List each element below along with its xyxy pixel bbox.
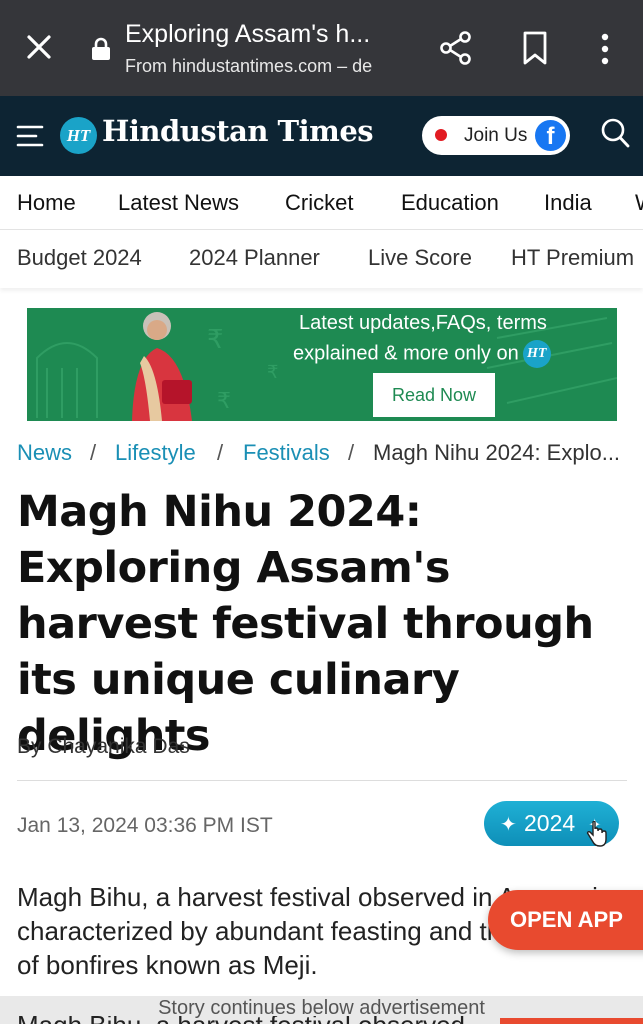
banner-line2: explained & more only on HT [293, 340, 551, 368]
banner-line1: Latest updates,FAQs, terms [299, 312, 547, 334]
page-title[interactable]: Exploring Assam's h... [125, 20, 405, 49]
nav-item-education[interactable]: Education [401, 190, 499, 216]
live-dot-icon [435, 129, 447, 141]
lock-icon [92, 37, 110, 60]
divider [17, 780, 627, 781]
article-headline: Magh Nihu 2024: Exploring Assam's harves… [17, 487, 594, 761]
secondary-nav: Budget 2024 2024 Planner Live Score HT P… [0, 230, 643, 288]
banner-line2-text: explained & more only on [293, 342, 519, 365]
breadcrumb-festivals[interactable]: Festivals [243, 440, 330, 466]
year-2024-badge[interactable]: ✦ 2024 ✦ [484, 801, 619, 847]
hand-cursor-icon [586, 821, 607, 847]
search-icon[interactable] [600, 117, 630, 149]
article-byline[interactable]: By Chayanika Das [17, 735, 190, 759]
ad-notice-label: Story continues below advertisement [158, 997, 485, 1019]
article-date: Jan 13, 2024 03:36 PM IST [17, 814, 273, 837]
ad-notice-strip: Magh Bihu, a harvest festival observed S… [0, 996, 643, 1024]
open-app-shadow [500, 1018, 643, 1024]
nav-item-home[interactable]: Home [17, 190, 76, 216]
join-us-label: Join Us [464, 125, 528, 146]
person-illustration [132, 312, 192, 421]
ht-mini-logo: HT [522, 340, 551, 368]
nav-item-live-score[interactable]: Live Score [368, 245, 472, 271]
breadcrumb-news[interactable]: News [17, 440, 72, 466]
read-now-button[interactable]: Read Now [373, 373, 495, 417]
breadcrumb-current: Magh Nihu 2024: Explo... [373, 440, 621, 465]
ad-banner[interactable]: ₹ ₹ ₹ Latest updates,FAQs, terms explain… [27, 308, 617, 421]
site-logo[interactable]: Hindustan Times [102, 114, 374, 148]
open-app-button[interactable]: OPEN APP [488, 890, 643, 950]
primary-nav: Home Latest News Cricket Education India… [0, 176, 643, 230]
breadcrumb-separator: / [217, 440, 224, 465]
share-icon[interactable] [438, 30, 474, 66]
breadcrumb-separator: / [348, 440, 355, 465]
hamburger-menu-icon[interactable] [16, 124, 44, 148]
nav-item-latest-news[interactable]: Latest News [118, 190, 239, 216]
sparkle-icon: ✦ [500, 814, 517, 836]
facebook-icon: f [535, 120, 566, 151]
breadcrumb-lifestyle[interactable]: Lifestyle [115, 440, 196, 466]
page-url[interactable]: From hindustantimes.com – de [125, 56, 415, 77]
close-icon[interactable] [22, 30, 56, 64]
nav-item-budget[interactable]: Budget 2024 [17, 245, 142, 271]
nav-item-cricket[interactable]: Cricket [285, 190, 353, 216]
nav-item-ht-premium[interactable]: HT Premium [511, 245, 634, 271]
breadcrumb-separator: / [90, 440, 97, 465]
browser-toolbar: Exploring Assam's h... From hindustantim… [0, 0, 643, 96]
more-vert-icon[interactable] [595, 32, 615, 66]
nav-item-more[interactable]: W [635, 190, 643, 216]
svg-text:₹: ₹ [267, 362, 278, 383]
bookmark-icon[interactable] [520, 30, 550, 66]
ht-logo-badge[interactable]: HT [60, 117, 97, 154]
nav-item-india[interactable]: India [544, 190, 592, 216]
year-label: 2024 [524, 810, 576, 836]
nav-item-planner[interactable]: 2024 Planner [189, 245, 320, 271]
join-us-button[interactable]: Join Us f [422, 116, 570, 155]
